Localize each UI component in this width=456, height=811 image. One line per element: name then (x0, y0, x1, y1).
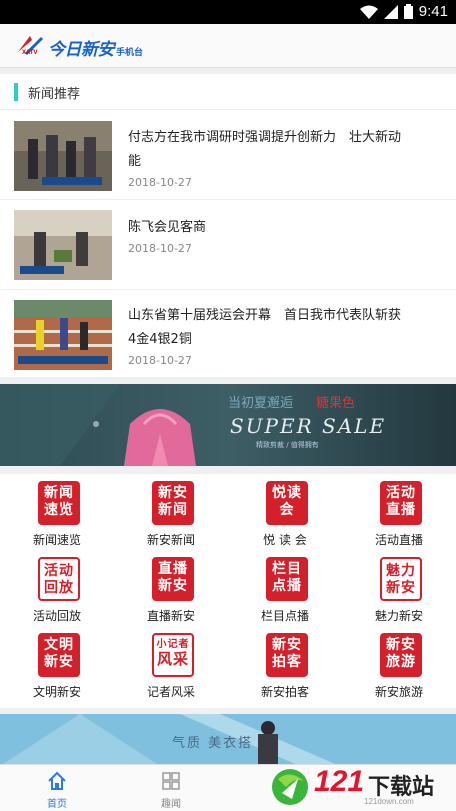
grid-item-xinan-news[interactable]: 新安 新闻 新安新闻 (114, 474, 228, 550)
logo-xatv: XATV (22, 50, 38, 56)
status-bar: 9:41 (0, 0, 456, 24)
grid-item-program-vod[interactable]: 栏目 点播 栏目点播 (228, 550, 342, 626)
reporter-style-icon: 小记者 风采 (152, 633, 194, 677)
news-item[interactable]: 付志方在我市调研时强调提升创新力 壮大新动能 2018-10-27 (0, 110, 456, 200)
reading-club-icon: 悦读会 (266, 481, 308, 525)
watermark-number: 121 (314, 765, 365, 798)
watermark: 121 下载站 121down.com (268, 763, 454, 811)
section-title: 新闻推荐 (28, 87, 81, 102)
grid-icon (162, 772, 180, 790)
tab-fun-news[interactable]: 趣闻 (114, 769, 228, 811)
clock: 9:41 (418, 3, 448, 20)
grid-item-xinan-travel[interactable]: 新安 旅游 新安旅游 (342, 626, 456, 702)
home-icon (48, 771, 66, 790)
news-thumbnail (14, 300, 112, 370)
app-header: XATV 今日新安 手机台 (0, 24, 456, 68)
logo-title: 今日新安 (48, 40, 115, 59)
grid-label: 新安旅游 (374, 685, 423, 699)
news-item[interactable]: 陈飞会见客商 2018-10-27 (0, 200, 456, 290)
grid-item-event-replay[interactable]: 活动 回放 活动回放 (0, 550, 114, 626)
live-xinan-icon: 直播 新安 (152, 557, 194, 601)
news-date: 2018-10-27 (128, 242, 192, 255)
grid-item-reporter-style[interactable]: 小记者 风采 记者风采 (114, 626, 228, 702)
news-title: 付志方在我市调研时强调提升创新力 壮大新动能 (128, 130, 402, 169)
battery-icon (403, 4, 413, 19)
section-header: 新闻推荐 (0, 74, 456, 110)
grid-item-xinan-pai[interactable]: 新安 拍客 新安拍客 (228, 626, 342, 702)
xinan-travel-icon: 新安 旅游 (380, 633, 422, 677)
grid-label: 活动直播 (374, 533, 423, 547)
banner-sale: SUPER SALE (230, 414, 387, 438)
banner-line1: 当初夏邂逅 (228, 396, 294, 411)
banner2-text: 气质 美衣搭 (172, 736, 254, 751)
section-accent-bar (14, 83, 18, 101)
tab-label: 趣闻 (161, 799, 181, 810)
charm-xinan-icon: 魅力 新安 (380, 557, 422, 601)
grid-label: 新闻速览 (32, 533, 81, 547)
news-date: 2018-10-27 (128, 176, 192, 189)
grid-label: 新安拍客 (260, 685, 309, 699)
grid-label: 悦 读 会 (263, 533, 307, 547)
promo-banner[interactable]: 当初夏邂逅 糖果色 SUPER SALE 精致剪裁 / 值得拥有 (0, 384, 456, 466)
grid-label: 栏目点播 (260, 609, 309, 623)
grid-item-reading-club[interactable]: 悦读会 悦 读 会 (228, 474, 342, 550)
news-date: 2018-10-27 (128, 354, 192, 367)
civilized-xinan-icon: 文明 新安 (38, 633, 80, 677)
news-thumbnail (14, 121, 112, 191)
feature-grid: 新闻 速览 新闻速览 新安 新闻 新安新闻 悦读会 悦 读 会 活动 直播 活动直播 … (0, 474, 456, 708)
signal-icon (383, 4, 398, 19)
xinan-pai-icon: 新安 拍客 (266, 633, 308, 677)
grid-item-live-xinan[interactable]: 直播 新安 直播新安 (114, 550, 228, 626)
tab-home[interactable]: 首页 (0, 769, 114, 811)
live-events-icon: 活动 直播 (380, 481, 422, 525)
grid-item-civilized-xinan[interactable]: 文明 新安 文明新安 (0, 626, 114, 702)
grid-label: 记者风采 (146, 685, 195, 699)
promo-banner-2[interactable]: 气质 美衣搭 (0, 714, 456, 766)
logo-subtitle: 手机台 (116, 47, 144, 57)
app-logo[interactable]: XATV 今日新安 手机台 (16, 34, 143, 60)
watermark-logo-icon (272, 769, 308, 805)
program-vod-icon: 栏目 点播 (266, 557, 308, 601)
watermark-url: 121down.com (364, 797, 414, 806)
logo-mark: XATV (16, 34, 46, 60)
grid-label: 活动回放 (32, 609, 81, 623)
xinan-news-icon: 新安 新闻 (152, 481, 194, 525)
news-overview-icon: 新闻 速览 (38, 481, 80, 525)
grid-item-live-events[interactable]: 活动 直播 活动直播 (342, 474, 456, 550)
grid-item-charm-xinan[interactable]: 魅力 新安 魅力新安 (342, 550, 456, 626)
news-title: 山东省第十届残运会开幕 首日我市代表队斩获4金4银2铜 (128, 308, 402, 347)
grid-label: 文明新安 (32, 685, 81, 699)
grid-label: 直播新安 (146, 609, 195, 623)
news-thumbnail (14, 210, 112, 280)
grid-item-news-overview[interactable]: 新闻 速览 新闻速览 (0, 474, 114, 550)
news-title: 陈飞会见客商 (128, 220, 207, 235)
news-item[interactable]: 山东省第十届残运会开幕 首日我市代表队斩获4金4银2铜 2018-10-27 (0, 290, 456, 378)
wifi-icon (359, 5, 378, 19)
banner-small: 精致剪裁 / 值得拥有 (256, 441, 319, 449)
grid-label: 新安新闻 (146, 533, 195, 547)
grid-label: 魅力新安 (374, 609, 423, 623)
banner-line1-accent: 糖果色 (316, 396, 356, 411)
tab-label: 首页 (47, 799, 67, 810)
event-replay-icon: 活动 回放 (38, 557, 80, 601)
